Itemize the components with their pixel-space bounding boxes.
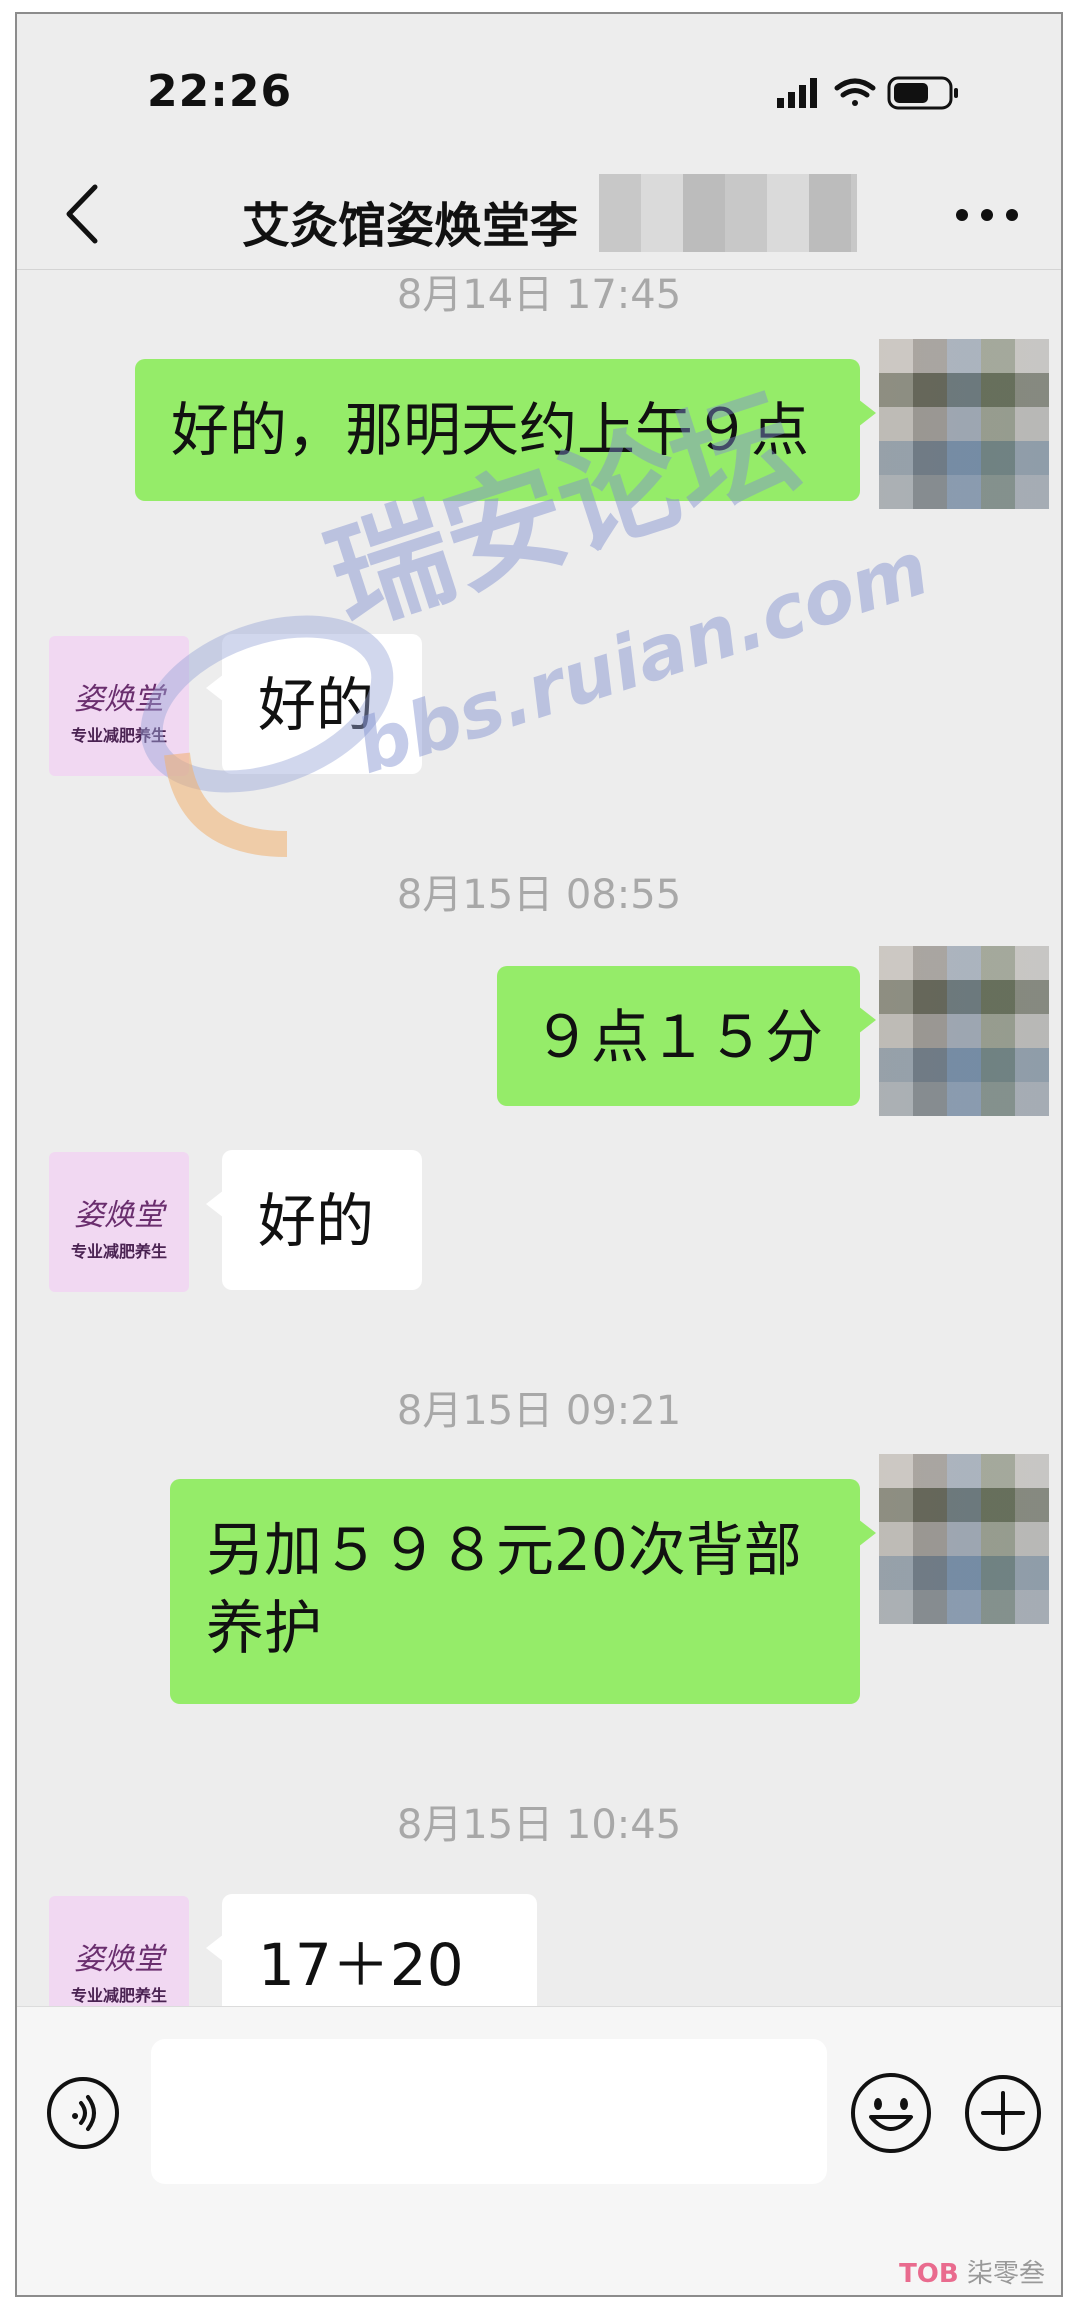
message-outgoing[interactable]: 好的，那明天约上午９点 — [135, 359, 876, 501]
message-outgoing[interactable]: 另加５９８元20次背部养护 — [170, 1479, 876, 1704]
chat-screen: 22:26 艾灸馆姿焕堂李 8月14日 17:45 好的，那明天约上午９点 姿焕… — [15, 12, 1063, 2297]
shop-avatar-brand: 姿焕堂 — [74, 682, 164, 717]
input-bar: TOB 柒零叁 — [17, 2006, 1061, 2295]
timestamp: 8月15日 09:21 — [396, 1388, 682, 1434]
shop-avatar[interactable]: 姿焕堂 专业减肥养生 — [49, 636, 189, 776]
shop-avatar-tagline: 专业减肥养生 — [70, 726, 167, 745]
signal-icon — [777, 78, 817, 108]
wifi-icon — [834, 78, 876, 106]
message-incoming[interactable]: 好的 — [206, 634, 422, 774]
my-avatar[interactable] — [879, 1454, 1049, 1624]
emoji-icon[interactable] — [849, 2071, 933, 2155]
plus-icon[interactable] — [963, 2073, 1043, 2153]
message-input[interactable] — [151, 2039, 827, 2184]
status-time: 22:26 — [147, 66, 293, 117]
message-outgoing[interactable]: ９点１５分 — [497, 966, 876, 1106]
timestamp: 8月15日 08:55 — [396, 872, 682, 918]
battery-icon — [887, 76, 958, 110]
shop-avatar-tagline: 专业减肥养生 — [70, 1242, 167, 1261]
shop-avatar[interactable]: 姿焕堂 专业减肥养生 — [49, 1152, 189, 1292]
watermark-url: bbs.ruian.com — [346, 525, 937, 791]
back-icon[interactable] — [57, 179, 107, 249]
corner-logo-text: 柒零叁 — [966, 2259, 1045, 2289]
message-incoming[interactable]: 好的 — [206, 1150, 422, 1290]
my-avatar[interactable] — [879, 339, 1049, 509]
my-avatar[interactable] — [879, 946, 1049, 1116]
shop-avatar-tagline: 专业减肥养生 — [70, 1986, 167, 2005]
voice-icon[interactable] — [45, 2075, 121, 2151]
more-icon[interactable] — [952, 200, 1022, 230]
corner-logo-mark: TOB — [899, 2259, 959, 2289]
status-icons — [777, 76, 958, 110]
timestamp: 8月14日 17:45 — [396, 272, 682, 318]
corner-logo: TOB 柒零叁 — [899, 2253, 1045, 2290]
timestamp: 8月15日 10:45 — [396, 1802, 682, 1848]
shop-avatar-brand: 姿焕堂 — [74, 1198, 164, 1233]
shop-avatar-brand: 姿焕堂 — [74, 1942, 164, 1977]
title-redaction — [599, 174, 857, 252]
